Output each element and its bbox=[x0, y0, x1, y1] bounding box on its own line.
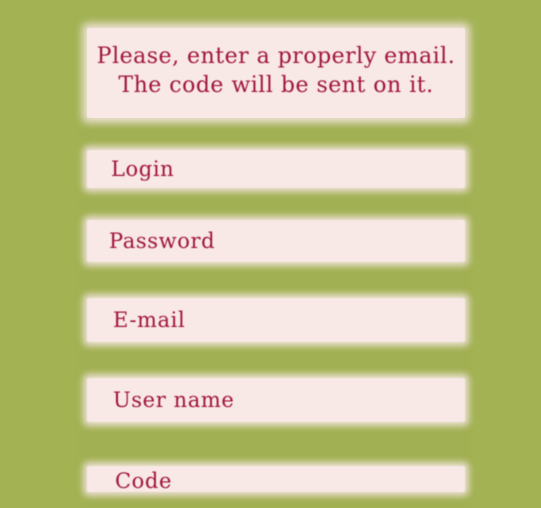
password-input[interactable] bbox=[87, 220, 465, 262]
code-input[interactable] bbox=[87, 466, 465, 492]
notice-line-1: Please, enter a properly email. bbox=[96, 44, 456, 69]
info-notice-box: Please, enter a properly email. The code… bbox=[87, 28, 465, 118]
email-input[interactable] bbox=[87, 298, 465, 342]
login-input[interactable] bbox=[87, 150, 465, 188]
username-input[interactable] bbox=[87, 378, 465, 422]
notice-line-2: The code will be sent on it. bbox=[118, 73, 434, 98]
info-notice-text: Please, enter a properly email. The code… bbox=[87, 42, 465, 100]
